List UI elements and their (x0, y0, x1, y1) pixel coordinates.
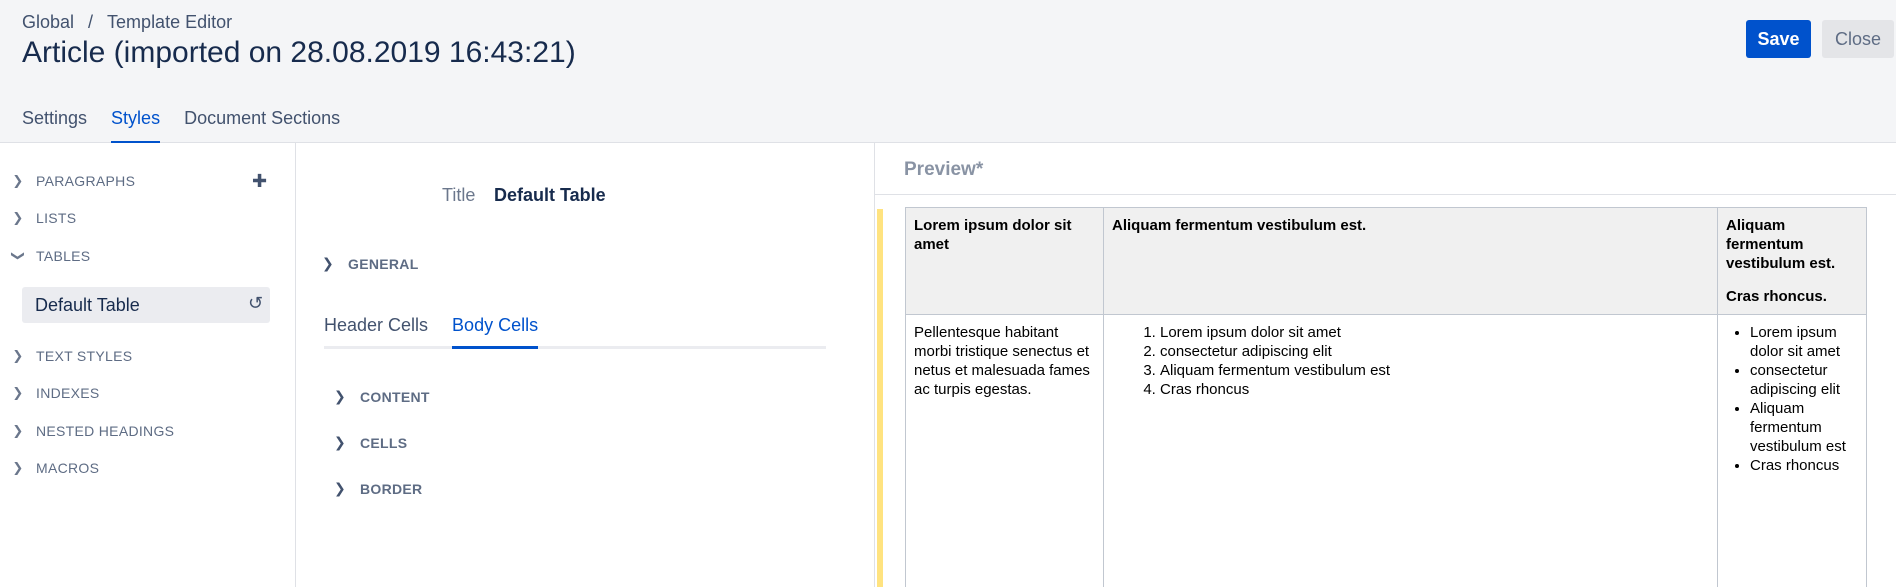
sidebar-item-label: PARAGRAPHS (36, 173, 136, 189)
chevron-right-icon: ❯ (12, 460, 24, 475)
table-header-cell: Lorem ipsum dolor sit amet (905, 207, 1104, 315)
tab-body-cells[interactable]: Body Cells (452, 315, 539, 349)
chevron-right-icon: ❯ (12, 173, 24, 188)
title-value[interactable]: Default Table (494, 185, 606, 206)
sidebar-item-nested-headings[interactable]: ❯ NESTED HEADINGS (0, 417, 296, 445)
sidebar-item-label: INDEXES (36, 385, 100, 401)
list-item: consectetur adipiscing elit (1160, 342, 1709, 361)
preview-header: Preview* (875, 143, 1896, 195)
table-cell: Lorem ipsum dolor sit amet consectetur a… (1103, 314, 1718, 587)
tab-settings[interactable]: Settings (22, 108, 87, 144)
sidebar-item-macros[interactable]: ❯ MACROS (0, 454, 296, 482)
section-content[interactable]: ❯ CONTENT (334, 388, 430, 405)
chevron-right-icon: ❯ (334, 388, 347, 404)
breadcrumb-global-link[interactable]: Global (22, 12, 74, 33)
styles-sidebar: ❯ PARAGRAPHS ✚ ❯ LISTS ❯ TABLES Default … (0, 143, 296, 587)
sidebar-item-tables[interactable]: ❯ TABLES (0, 242, 296, 270)
section-label: BORDER (360, 480, 423, 497)
preview-accent-bar (877, 209, 883, 587)
list-item: Aliquam fermentum vestibulum est (1750, 399, 1858, 456)
tab-header-cells[interactable]: Header Cells (324, 315, 428, 349)
table-header-cell: Aliquam fermentum vestibulum est. Cras r… (1717, 207, 1867, 315)
list-item: Cras rhoncus (1160, 380, 1709, 399)
table-row: Pellentesque habitant morbi tristique se… (905, 314, 1867, 587)
bullet-list: Lorem ipsum dolor sit amet consectetur a… (1726, 323, 1858, 475)
title-label: Title (442, 185, 476, 205)
list-item: Aliquam fermentum vestibulum est (1160, 361, 1709, 380)
preview-table: Lorem ipsum dolor sit amet Aliquam ferme… (905, 207, 1867, 587)
list-item: Cras rhoncus (1750, 456, 1858, 475)
table-cell: Pellentesque habitant morbi tristique se… (905, 314, 1104, 587)
sidebar-item-label: LISTS (36, 210, 77, 226)
breadcrumb-template-editor-link[interactable]: Template Editor (107, 12, 232, 33)
table-header-row: Lorem ipsum dolor sit amet Aliquam ferme… (905, 207, 1867, 315)
sidebar-item-label: NESTED HEADINGS (36, 423, 175, 439)
chevron-right-icon: ❯ (12, 210, 24, 225)
chevron-down-icon: ❯ (11, 250, 26, 262)
sidebar-style-default-table[interactable]: Default Table ↺ (22, 287, 270, 323)
table-header-cell: Aliquam fermentum vestibulum est. (1103, 207, 1718, 315)
plus-icon[interactable]: ✚ (252, 171, 267, 192)
section-general[interactable]: ❯ GENERAL (322, 255, 419, 272)
chevron-right-icon: ❯ (322, 255, 335, 271)
cell-sub-tabs: Header Cells Body Cells (324, 315, 826, 349)
page-title: Article (imported on 28.08.2019 16:43:21… (22, 36, 576, 69)
sidebar-item-label: MACROS (36, 460, 100, 476)
chevron-right-icon: ❯ (12, 423, 24, 438)
section-border[interactable]: ❯ BORDER (334, 480, 422, 497)
list-item: Lorem ipsum dolor sit amet (1160, 323, 1709, 342)
chevron-right-icon: ❯ (12, 348, 24, 363)
style-editor-panel: Title Default Table ❯ GENERAL Header Cel… (296, 143, 874, 587)
list-item: Lorem ipsum dolor sit amet (1750, 323, 1858, 361)
section-label: CELLS (360, 434, 408, 451)
preview-panel: Preview* Lorem ipsum dolor sit amet Aliq… (874, 143, 1896, 587)
chevron-right-icon: ❯ (334, 434, 347, 450)
page-header: Global / Template Editor Article (import… (0, 0, 1896, 144)
ordered-list: Lorem ipsum dolor sit amet consectetur a… (1112, 323, 1709, 399)
sidebar-item-text-styles[interactable]: ❯ TEXT STYLES (0, 342, 296, 370)
sidebar-item-label: TEXT STYLES (36, 348, 133, 364)
table-cell: Lorem ipsum dolor sit amet consectetur a… (1717, 314, 1867, 587)
main-tabs: Settings Styles Document Sections (22, 108, 340, 144)
sidebar-item-label: TABLES (36, 248, 91, 264)
chevron-right-icon: ❯ (334, 480, 347, 496)
close-button[interactable]: Close (1822, 20, 1894, 58)
save-button[interactable]: Save (1746, 20, 1811, 58)
sidebar-item-indexes[interactable]: ❯ INDEXES (0, 379, 296, 407)
sidebar-item-lists[interactable]: ❯ LISTS (0, 204, 296, 232)
breadcrumb: Global / Template Editor (22, 12, 232, 33)
section-label: GENERAL (348, 255, 419, 272)
preview-title: Preview* (904, 159, 984, 180)
section-label: CONTENT (360, 388, 430, 405)
reset-icon[interactable]: ↺ (248, 293, 263, 314)
header-subtext: Cras rhoncus. (1726, 288, 1827, 305)
style-name: Default Table (35, 294, 140, 315)
header-text: Aliquam fermentum vestibulum est. (1726, 217, 1836, 272)
tab-styles[interactable]: Styles (111, 108, 161, 144)
tab-document-sections[interactable]: Document Sections (184, 108, 340, 144)
section-cells[interactable]: ❯ CELLS (334, 434, 407, 451)
list-item: consectetur adipiscing elit (1750, 361, 1858, 399)
chevron-right-icon: ❯ (12, 385, 24, 400)
breadcrumb-separator: / (88, 12, 94, 32)
sidebar-item-paragraphs[interactable]: ❯ PARAGRAPHS ✚ (0, 167, 296, 195)
